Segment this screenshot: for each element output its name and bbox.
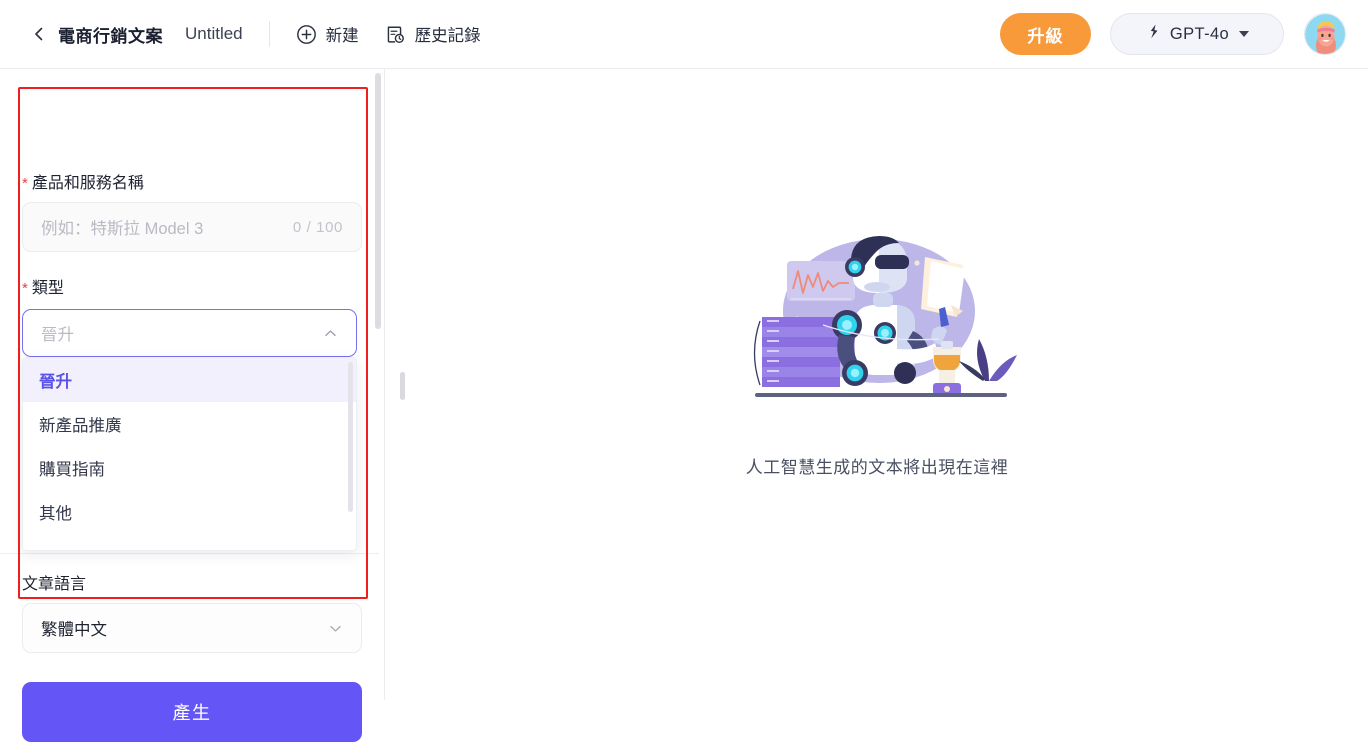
required-asterisk: * <box>22 175 28 192</box>
top-bar: 電商行銷文案 Untitled 新建 歷史記錄 升級 GPT-4o <box>0 0 1368 69</box>
product-name-counter: 0 / 100 <box>292 218 343 236</box>
language-select[interactable]: 繁體中文 <box>22 603 362 653</box>
form-sidebar: * 產品和服務名稱 例如：特斯拉 Model 3 0 / 100 * 類型 晉升 晉… <box>0 69 385 742</box>
dropdown-option-0[interactable]: 晉升 <box>23 358 356 402</box>
type-dropdown-list: 晉升 新產品推廣 購買指南 其他 <box>23 358 356 534</box>
required-asterisk: * <box>22 280 28 297</box>
chevron-up-icon <box>323 326 338 341</box>
language-field-label: 文章語言 <box>22 576 87 593</box>
toolbar-divider <box>268 21 270 47</box>
chevron-down-icon <box>328 621 343 636</box>
app-title: 電商行銷文案 <box>58 26 163 46</box>
form-area: * 產品和服務名稱 例如：特斯拉 Model 3 0 / 100 * 類型 晉升 晉… <box>0 69 379 742</box>
type-select[interactable]: 晉升 <box>22 309 357 357</box>
empty-state-caption: 人工智慧生成的文本將出現在這裡 <box>745 457 1009 477</box>
type-field-label: * 類型 <box>22 274 64 298</box>
upgrade-button[interactable]: 升級 <box>1000 13 1091 55</box>
document-title[interactable]: Untitled <box>185 24 243 44</box>
form-section-divider <box>0 553 379 554</box>
history-label: 歷史記錄 <box>414 27 481 45</box>
plus-circle-icon <box>296 24 317 45</box>
dropdown-option-1[interactable]: 新產品推廣 <box>23 402 356 446</box>
type-dropdown-menu[interactable]: 晉升 新產品推廣 購買指南 其他 <box>22 357 357 551</box>
product-name-input[interactable]: 例如：特斯拉 Model 3 0 / 100 <box>22 202 362 252</box>
product-name-placeholder: 例如：特斯拉 Model 3 <box>41 220 204 238</box>
chevron-left-icon <box>30 25 48 43</box>
new-document-label: 新建 <box>325 27 359 45</box>
product-field-label: * 產品和服務名稱 <box>22 169 144 193</box>
output-panel: 人工智慧生成的文本將出現在這裡 <box>386 69 1368 700</box>
dropdown-option-2[interactable]: 購買指南 <box>23 446 356 490</box>
back-button[interactable] <box>24 19 54 49</box>
model-name: GPT-4o <box>1169 24 1230 43</box>
empty-state: 人工智慧生成的文本將出現在這裡 <box>386 69 1368 629</box>
history-button[interactable]: 歷史記錄 <box>385 22 481 46</box>
document-clock-icon <box>385 24 406 45</box>
dropdown-scrollbar[interactable] <box>348 362 353 512</box>
language-select-value: 繁體中文 <box>41 621 107 639</box>
panel-resize-handle[interactable] <box>400 372 405 400</box>
new-document-button[interactable]: 新建 <box>296 22 359 46</box>
model-selector[interactable]: GPT-4o <box>1110 13 1284 55</box>
avatar[interactable] <box>1304 13 1346 55</box>
dropdown-option-3[interactable]: 其他 <box>23 490 356 534</box>
lightning-bolt-icon <box>1145 23 1162 45</box>
type-select-value: 晉升 <box>41 326 74 344</box>
generate-button[interactable]: 產生 <box>22 682 362 742</box>
sidebar-scrollbar-thumb[interactable] <box>375 73 381 329</box>
ai-robot-illustration <box>727 221 1027 431</box>
product-field-label-text: 產品和服務名稱 <box>31 175 144 192</box>
type-field-label-text: 類型 <box>31 280 64 297</box>
caret-down-icon <box>1239 31 1250 37</box>
